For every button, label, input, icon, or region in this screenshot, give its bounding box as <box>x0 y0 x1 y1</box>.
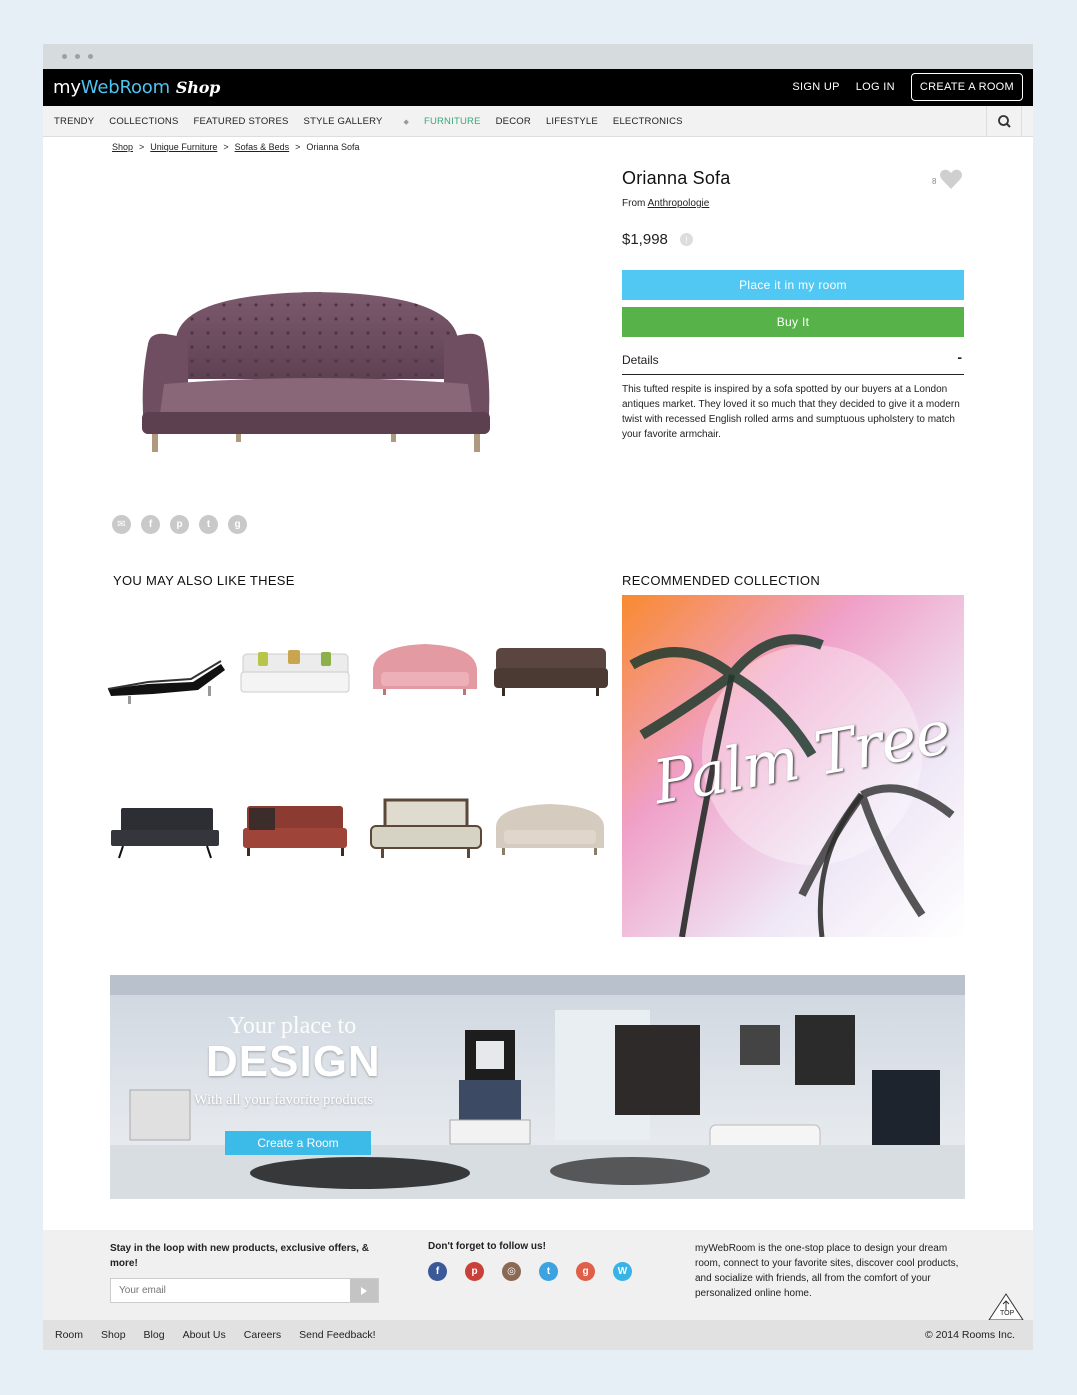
email-input[interactable] <box>111 1279 349 1302</box>
pinterest-icon[interactable]: p <box>170 515 189 534</box>
footer: Stay in the loop with new products, excl… <box>43 1230 1033 1322</box>
category-nav: TRENDY COLLECTIONS FEATURED STORES STYLE… <box>43 106 1033 137</box>
search-icon <box>998 115 1011 128</box>
info-icon[interactable]: ! <box>679 233 693 246</box>
related-product-black-futon[interactable] <box>103 786 227 866</box>
breadcrumb-separator: > <box>139 142 145 152</box>
related-product-settee-wood[interactable] <box>363 786 487 866</box>
window-dot <box>88 54 93 59</box>
footer-link-careers[interactable]: Careers <box>244 1329 281 1341</box>
related-product-red-pattern-sofa[interactable] <box>233 786 357 866</box>
top-label: TOP <box>1000 1310 1015 1317</box>
copyright: © 2014 Rooms Inc. <box>924 1329 1015 1341</box>
related-product-white-sofa[interactable] <box>233 624 357 704</box>
account-nav: SIGN UP LOG IN CREATE A ROOM <box>792 73 1023 101</box>
googleplus-icon[interactable]: g <box>576 1262 595 1281</box>
nav-item-decor[interactable]: DECOR <box>496 116 531 127</box>
twitter-icon[interactable]: t <box>199 515 218 534</box>
footer-link-blog[interactable]: Blog <box>144 1329 165 1341</box>
window-dot <box>75 54 80 59</box>
banner-headline: DESIGN <box>206 1037 381 1086</box>
newsletter-text: Stay in the loop with new products, excl… <box>110 1243 369 1269</box>
nav-item-trendy[interactable]: TRENDY <box>54 116 94 127</box>
footer-link-about-us[interactable]: About Us <box>183 1329 226 1341</box>
breadcrumb-current: Orianna Sofa <box>306 142 360 152</box>
search-button[interactable] <box>986 106 1022 137</box>
related-title: YOU MAY ALSO LIKE THESE <box>113 573 295 588</box>
banner-line1: Your place to <box>228 1013 357 1039</box>
nav-separator: ◆ <box>403 118 409 126</box>
collapse-toggle[interactable]: - <box>957 349 962 365</box>
details-label: Details <box>622 353 659 367</box>
product-source: From Anthropologie <box>622 198 710 209</box>
share-icons: ✉ f p t g <box>112 515 257 534</box>
browser-window: myWebRoom Shop SIGN UP LOG IN CREATE A RO… <box>43 44 1033 1350</box>
newsletter-form <box>110 1278 379 1303</box>
breadcrumb-sofas-beds[interactable]: Sofas & Beds <box>235 142 290 152</box>
related-product-brown-chesterfield[interactable] <box>488 624 612 704</box>
details-header[interactable]: Details - <box>622 349 964 375</box>
recommended-collection-image[interactable]: Palm Tree <box>622 595 964 937</box>
related-product-beige-tufted[interactable] <box>488 786 612 866</box>
related-product-pink-settee[interactable] <box>363 624 487 704</box>
related-product-black-daybed[interactable] <box>103 624 227 704</box>
create-room-button[interactable]: CREATE A ROOM <box>910 73 1023 101</box>
place-in-room-button[interactable]: Place it in my room <box>622 270 964 300</box>
banner-create-room-button[interactable]: Create a Room <box>225 1131 371 1155</box>
collection-title: RECOMMENDED COLLECTION <box>622 573 821 588</box>
nav-item-electronics[interactable]: ELECTRONICS <box>613 116 683 127</box>
instagram-icon[interactable]: ◎ <box>502 1262 521 1281</box>
breadcrumb-separator: > <box>295 142 301 152</box>
googleplus-icon[interactable]: g <box>228 515 247 534</box>
submit-email-button[interactable] <box>350 1279 378 1302</box>
breadcrumb-separator: > <box>223 142 229 152</box>
triangle-up-icon <box>988 1293 1024 1321</box>
facebook-icon[interactable]: f <box>428 1262 447 1281</box>
breadcrumb: Shop > Unique Furniture > Sofas & Beds >… <box>112 142 359 152</box>
footer-link-room[interactable]: Room <box>55 1329 83 1341</box>
product-price-row: $1,998 ! <box>622 231 964 248</box>
product-details: Orianna Sofa From Anthropologie $1,998 ! <box>622 168 964 248</box>
window-chrome <box>43 44 1033 69</box>
follow-us-text: Don't forget to follow us! <box>428 1241 546 1252</box>
nav-item-collections[interactable]: COLLECTIONS <box>109 116 178 127</box>
product-name: Orianna Sofa <box>622 168 731 188</box>
breadcrumb-unique-furniture[interactable]: Unique Furniture <box>150 142 217 152</box>
nav-item-furniture[interactable]: FURNITURE <box>424 116 481 127</box>
store-link[interactable]: Anthropologie <box>648 198 710 209</box>
breadcrumb-shop[interactable]: Shop <box>112 142 133 152</box>
like-count: 8 <box>932 177 937 186</box>
footer-link-send-feedback[interactable]: Send Feedback! <box>299 1329 375 1341</box>
like-button[interactable]: 8 <box>932 168 963 190</box>
wordpress-icon[interactable]: W <box>613 1262 632 1281</box>
social-links: f p ◎ t g W <box>428 1262 650 1281</box>
product-image[interactable] <box>136 284 496 464</box>
heart-icon <box>940 169 963 189</box>
window-dot <box>62 54 67 59</box>
arrow-right-icon <box>361 1286 367 1295</box>
product-description: This tufted respite is inspired by a sof… <box>622 384 960 440</box>
about-text: myWebRoom is the one-stop place to desig… <box>695 1243 959 1299</box>
sign-up-link[interactable]: SIGN UP <box>792 81 839 93</box>
product-price: $1,998 <box>622 231 668 248</box>
twitter-icon[interactable]: t <box>539 1262 558 1281</box>
nav-item-lifestyle[interactable]: LIFESTYLE <box>546 116 598 127</box>
footer-link-shop[interactable]: Shop <box>101 1329 126 1341</box>
create-room-banner[interactable]: Your place to DESIGN With all your favor… <box>110 975 965 1199</box>
top-bar: myWebRoom Shop SIGN UP LOG IN CREATE A RO… <box>43 69 1033 106</box>
banner-line3: With all your favorite products <box>194 1092 374 1108</box>
pinterest-icon[interactable]: p <box>465 1262 484 1281</box>
facebook-icon[interactable]: f <box>141 515 160 534</box>
back-to-top-button[interactable]: TOP <box>987 1292 1025 1322</box>
nav-item-featured-stores[interactable]: FEATURED STORES <box>194 116 289 127</box>
bottom-bar: Room Shop Blog About Us Careers Send Fee… <box>43 1320 1033 1350</box>
email-icon[interactable]: ✉ <box>112 515 131 534</box>
buy-button[interactable]: Buy It <box>622 307 964 337</box>
nav-item-style-gallery[interactable]: STYLE GALLERY <box>304 116 383 127</box>
site-logo[interactable]: myWebRoom Shop <box>53 77 220 98</box>
related-products-grid <box>103 624 608 914</box>
log-in-link[interactable]: LOG IN <box>856 81 895 93</box>
